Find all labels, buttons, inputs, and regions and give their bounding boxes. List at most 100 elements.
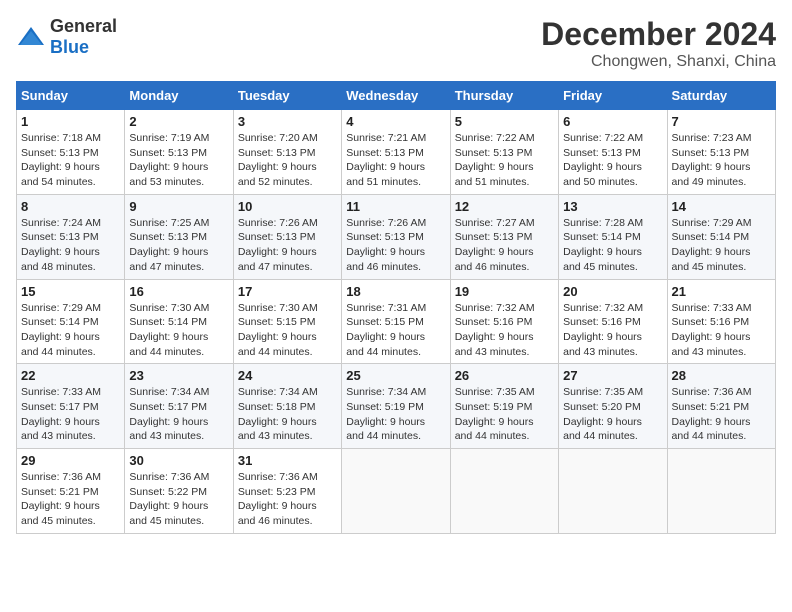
day-info: Sunrise: 7:30 AM Sunset: 5:15 PM Dayligh… (238, 301, 337, 360)
calendar-cell (667, 449, 775, 534)
day-number: 27 (563, 368, 662, 383)
calendar-cell: 31 Sunrise: 7:36 AM Sunset: 5:23 PM Dayli… (233, 449, 341, 534)
calendar-cell: 9Sunrise: 7:25 AM Sunset: 5:13 PM Daylig… (125, 194, 233, 279)
day-info: Sunrise: 7:27 AM Sunset: 5:13 PM Dayligh… (455, 216, 554, 275)
calendar-cell: 5Sunrise: 7:22 AM Sunset: 5:13 PM Daylig… (450, 110, 558, 195)
day-number: 1 (21, 114, 120, 129)
day-number: 26 (455, 368, 554, 383)
day-info: Sunrise: 7:34 AM Sunset: 5:18 PM Dayligh… (238, 385, 337, 444)
calendar-cell: 27 Sunrise: 7:35 AM Sunset: 5:20 PM Dayli… (559, 364, 667, 449)
day-number: 31 (238, 453, 337, 468)
day-number: 18 (346, 284, 445, 299)
weekday-header: Monday (125, 82, 233, 110)
calendar-table: SundayMondayTuesdayWednesdayThursdayFrid… (16, 81, 776, 534)
day-info: Sunrise: 7:22 AM Sunset: 5:13 PM Dayligh… (563, 131, 662, 190)
title-block: December 2024 Chongwen, Shanxi, China (541, 16, 776, 71)
month-title: December 2024 (541, 16, 776, 53)
calendar-week-row: 15Sunrise: 7:29 AM Sunset: 5:14 PM Dayli… (17, 279, 776, 364)
calendar-cell: 25Sunrise: 7:34 AM Sunset: 5:19 PM Dayli… (342, 364, 450, 449)
calendar-cell: 14Sunrise: 7:29 AM Sunset: 5:14 PM Dayli… (667, 194, 775, 279)
day-info: Sunrise: 7:20 AM Sunset: 5:13 PM Dayligh… (238, 131, 337, 190)
calendar-cell: 21 Sunrise: 7:33 AM Sunset: 5:16 PM Dayli… (667, 279, 775, 364)
day-number: 11 (346, 199, 445, 214)
day-info: Sunrise: 7:35 AM Sunset: 5:20 PM Dayligh… (563, 385, 662, 444)
day-number: 4 (346, 114, 445, 129)
calendar-cell (450, 449, 558, 534)
calendar-cell: 3 Sunrise: 7:20 AM Sunset: 5:13 PM Daylig… (233, 110, 341, 195)
day-info: Sunrise: 7:32 AM Sunset: 5:16 PM Dayligh… (563, 301, 662, 360)
weekday-header: Saturday (667, 82, 775, 110)
day-number: 9 (129, 199, 228, 214)
day-info: Sunrise: 7:36 AM Sunset: 5:23 PM Dayligh… (238, 470, 337, 529)
calendar-week-row: 8Sunrise: 7:24 AM Sunset: 5:13 PM Daylig… (17, 194, 776, 279)
day-number: 17 (238, 284, 337, 299)
day-info: Sunrise: 7:19 AM Sunset: 5:13 PM Dayligh… (129, 131, 228, 190)
day-number: 6 (563, 114, 662, 129)
weekday-header: Sunday (17, 82, 125, 110)
location-title: Chongwen, Shanxi, China (541, 53, 776, 71)
day-info: Sunrise: 7:32 AM Sunset: 5:16 PM Dayligh… (455, 301, 554, 360)
day-info: Sunrise: 7:24 AM Sunset: 5:13 PM Dayligh… (21, 216, 120, 275)
day-number: 24 (238, 368, 337, 383)
logo-icon (16, 25, 46, 49)
day-info: Sunrise: 7:31 AM Sunset: 5:15 PM Dayligh… (346, 301, 445, 360)
calendar-cell: 2 Sunrise: 7:19 AM Sunset: 5:13 PM Daylig… (125, 110, 233, 195)
day-number: 21 (672, 284, 771, 299)
day-number: 5 (455, 114, 554, 129)
weekday-header: Friday (559, 82, 667, 110)
day-number: 16 (129, 284, 228, 299)
day-number: 14 (672, 199, 771, 214)
day-number: 28 (672, 368, 771, 383)
day-info: Sunrise: 7:18 AM Sunset: 5:13 PM Dayligh… (21, 131, 120, 190)
calendar-cell: 11 Sunrise: 7:26 AM Sunset: 5:13 PM Dayli… (342, 194, 450, 279)
day-number: 10 (238, 199, 337, 214)
logo-blue: Blue (50, 37, 89, 57)
calendar-cell: 28 Sunrise: 7:36 AM Sunset: 5:21 PM Dayli… (667, 364, 775, 449)
day-info: Sunrise: 7:26 AM Sunset: 5:13 PM Dayligh… (238, 216, 337, 275)
calendar-cell: 19Sunrise: 7:32 AM Sunset: 5:16 PM Dayli… (450, 279, 558, 364)
day-number: 7 (672, 114, 771, 129)
day-number: 13 (563, 199, 662, 214)
calendar-cell: 12 Sunrise: 7:27 AM Sunset: 5:13 PM Dayli… (450, 194, 558, 279)
calendar-cell: 22Sunrise: 7:33 AM Sunset: 5:17 PM Dayli… (17, 364, 125, 449)
day-info: Sunrise: 7:33 AM Sunset: 5:16 PM Dayligh… (672, 301, 771, 360)
day-number: 12 (455, 199, 554, 214)
calendar-cell: 6 Sunrise: 7:22 AM Sunset: 5:13 PM Daylig… (559, 110, 667, 195)
weekday-header-row: SundayMondayTuesdayWednesdayThursdayFrid… (17, 82, 776, 110)
day-info: Sunrise: 7:36 AM Sunset: 5:21 PM Dayligh… (672, 385, 771, 444)
day-number: 15 (21, 284, 120, 299)
calendar-cell: 29 Sunrise: 7:36 AM Sunset: 5:21 PM Dayli… (17, 449, 125, 534)
calendar-cell: 8Sunrise: 7:24 AM Sunset: 5:13 PM Daylig… (17, 194, 125, 279)
day-info: Sunrise: 7:35 AM Sunset: 5:19 PM Dayligh… (455, 385, 554, 444)
day-info: Sunrise: 7:36 AM Sunset: 5:21 PM Dayligh… (21, 470, 120, 529)
day-info: Sunrise: 7:21 AM Sunset: 5:13 PM Dayligh… (346, 131, 445, 190)
calendar-cell: 23Sunrise: 7:34 AM Sunset: 5:17 PM Dayli… (125, 364, 233, 449)
day-info: Sunrise: 7:34 AM Sunset: 5:17 PM Dayligh… (129, 385, 228, 444)
day-number: 29 (21, 453, 120, 468)
calendar-cell: 10 Sunrise: 7:26 AM Sunset: 5:13 PM Dayli… (233, 194, 341, 279)
calendar-cell (559, 449, 667, 534)
day-info: Sunrise: 7:30 AM Sunset: 5:14 PM Dayligh… (129, 301, 228, 360)
calendar-cell: 4 Sunrise: 7:21 AM Sunset: 5:13 PM Daylig… (342, 110, 450, 195)
day-number: 2 (129, 114, 228, 129)
weekday-header: Wednesday (342, 82, 450, 110)
day-info: Sunrise: 7:36 AM Sunset: 5:22 PM Dayligh… (129, 470, 228, 529)
logo-general: General (50, 16, 117, 36)
calendar-week-row: 1 Sunrise: 7:18 AM Sunset: 5:13 PM Daylig… (17, 110, 776, 195)
calendar-cell: 15Sunrise: 7:29 AM Sunset: 5:14 PM Dayli… (17, 279, 125, 364)
day-number: 3 (238, 114, 337, 129)
calendar-week-row: 22Sunrise: 7:33 AM Sunset: 5:17 PM Dayli… (17, 364, 776, 449)
page-header: General Blue December 2024 Chongwen, Sha… (16, 16, 776, 71)
day-number: 30 (129, 453, 228, 468)
calendar-cell: 13Sunrise: 7:28 AM Sunset: 5:14 PM Dayli… (559, 194, 667, 279)
logo-wordmark: General Blue (50, 16, 117, 58)
weekday-header: Tuesday (233, 82, 341, 110)
calendar-cell: 17 Sunrise: 7:30 AM Sunset: 5:15 PM Dayli… (233, 279, 341, 364)
day-number: 22 (21, 368, 120, 383)
calendar-week-row: 29 Sunrise: 7:36 AM Sunset: 5:21 PM Dayli… (17, 449, 776, 534)
calendar-cell: 7Sunrise: 7:23 AM Sunset: 5:13 PM Daylig… (667, 110, 775, 195)
day-info: Sunrise: 7:34 AM Sunset: 5:19 PM Dayligh… (346, 385, 445, 444)
calendar-cell: 20Sunrise: 7:32 AM Sunset: 5:16 PM Dayli… (559, 279, 667, 364)
day-info: Sunrise: 7:26 AM Sunset: 5:13 PM Dayligh… (346, 216, 445, 275)
calendar-cell: 1 Sunrise: 7:18 AM Sunset: 5:13 PM Daylig… (17, 110, 125, 195)
